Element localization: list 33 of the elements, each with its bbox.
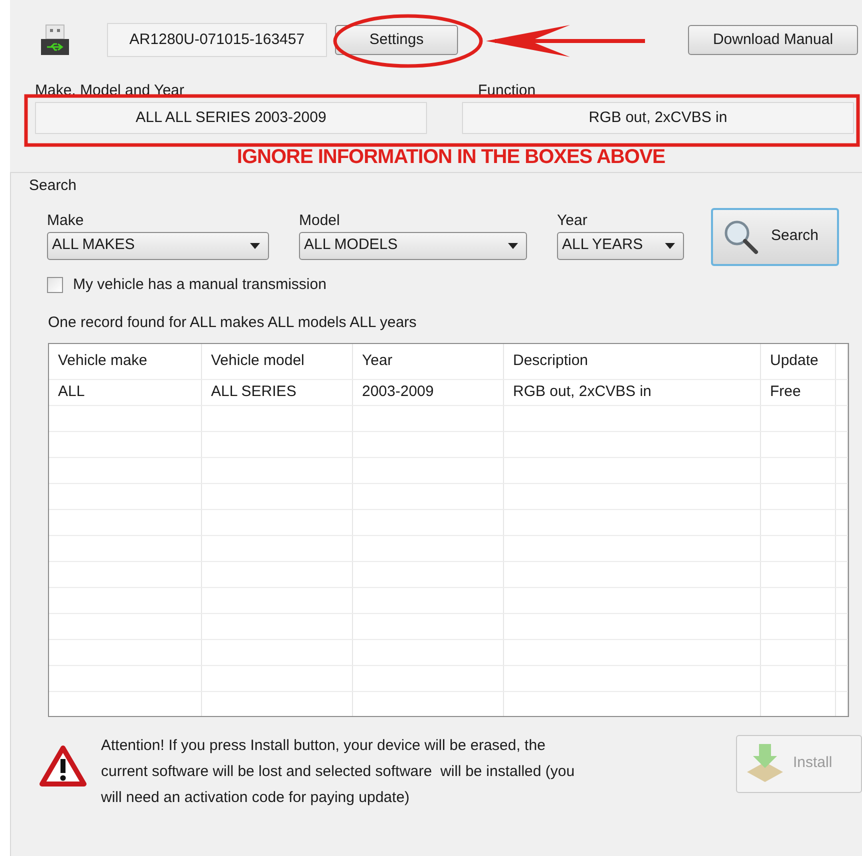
info-field: RGB out, 2xCVBS in [462, 102, 854, 134]
result-summary: One record found for ALL makes ALL models ALL years [48, 313, 418, 333]
dropdown[interactable]: ALL MODELS [299, 232, 527, 260]
field-label: Year [557, 210, 588, 230]
column-header[interactable]: Description [504, 344, 761, 378]
dropdown[interactable]: ALL MAKES [47, 232, 269, 260]
field-label: Model [299, 210, 340, 230]
dropdown[interactable]: ALL YEARS [557, 232, 684, 260]
warning-message: Attention! If you press Install button, your device will be erased, the current software will be lost and selected software will be installed (you will need an activation code for paying update) [101, 736, 576, 808]
usb-drive-icon [40, 23, 70, 57]
search-icon [723, 218, 759, 254]
caret-icon [508, 242, 518, 248]
table-cell: 2003-2009 [353, 380, 504, 404]
column-header[interactable]: Update [761, 344, 836, 378]
info-field: ALL ALL SERIES 2003-2009 [35, 102, 427, 134]
caret-icon [250, 242, 260, 248]
column-header[interactable]: Year [353, 344, 504, 378]
settings-button[interactable]: Settings [335, 25, 458, 55]
caret-icon [665, 242, 675, 248]
table-cell: RGB out, 2xCVBS in [504, 380, 761, 404]
field-label: Make [47, 210, 84, 230]
table-cell: ALL [49, 380, 202, 404]
search-button[interactable]: Search [711, 208, 839, 266]
annotation-text: IGNORE INFORMATION IN THE BOXES ABOVE [236, 146, 666, 168]
column-header[interactable]: Vehicle model [202, 344, 353, 378]
column-header[interactable]: Vehicle make [49, 344, 202, 378]
table-cell: ALL SERIES [202, 380, 353, 404]
serial-number-field: AR1280U-071015-163457 [107, 23, 327, 57]
manual-transmission-checkbox[interactable]: My vehicle has a manual transmission [47, 274, 326, 296]
group-title: Search [29, 176, 78, 196]
download-manual-button[interactable]: Download Manual [688, 25, 858, 55]
table-cell: Free [761, 380, 836, 404]
warning-icon [39, 744, 87, 786]
